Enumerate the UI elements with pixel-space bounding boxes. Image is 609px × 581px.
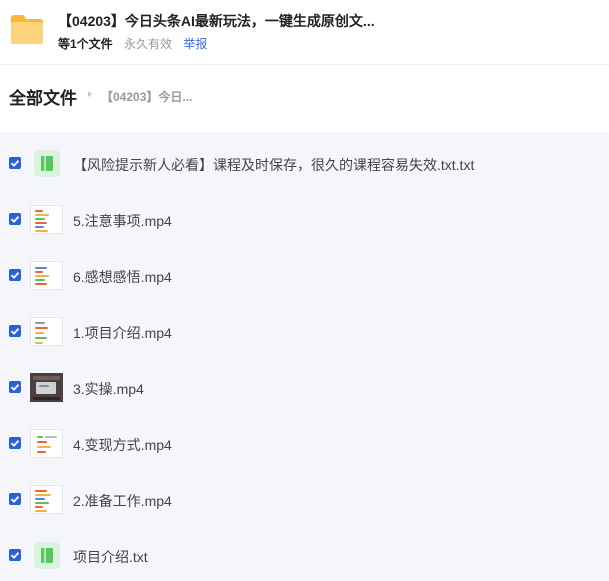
- file-row[interactable]: 5.注意事项.mp4: [0, 199, 609, 239]
- breadcrumb-current[interactable]: 【04203】今日...: [101, 88, 192, 105]
- txt-file-icon: [30, 149, 63, 178]
- checkbox[interactable]: [9, 381, 21, 393]
- share-header: 【04203】今日头条AI最新玩法，一键生成原创文... 等1个文件 永久有效 …: [0, 0, 609, 65]
- check-icon: [10, 383, 20, 391]
- file-name[interactable]: 4.变现方式.mp4: [73, 435, 172, 455]
- video-thumbnail-icon: [30, 317, 63, 346]
- checkbox[interactable]: [9, 437, 21, 449]
- file-name[interactable]: 6.感想感悟.mp4: [73, 267, 172, 287]
- file-row[interactable]: 1.项目介绍.mp4: [0, 311, 609, 351]
- file-row[interactable]: 项目介绍.txt: [0, 535, 609, 575]
- checkbox[interactable]: [9, 213, 21, 225]
- breadcrumb: 全部文件 【04203】今日...: [0, 65, 609, 131]
- checkbox[interactable]: [9, 269, 21, 281]
- file-list: 【风险提示新人必看】课程及时保存，很久的课程容易失效.txt.txt 5.注意事…: [0, 132, 609, 581]
- breadcrumb-root[interactable]: 全部文件: [9, 84, 77, 109]
- validity-text: 永久有效: [124, 37, 173, 51]
- report-link[interactable]: 举报: [183, 37, 207, 51]
- file-row[interactable]: 4.变现方式.mp4: [0, 423, 609, 463]
- check-icon: [10, 551, 20, 559]
- video-thumbnail-icon: [30, 205, 63, 234]
- check-icon: [10, 327, 20, 335]
- checkbox[interactable]: [9, 157, 21, 169]
- file-name[interactable]: 5.注意事项.mp4: [73, 211, 172, 231]
- file-row[interactable]: 3.实操.mp4: [0, 367, 609, 407]
- share-meta: 等1个文件 永久有效 举报: [58, 35, 207, 52]
- file-name[interactable]: 3.实操.mp4: [73, 379, 144, 399]
- check-icon: [10, 495, 20, 503]
- check-icon: [10, 271, 20, 279]
- video-thumbnail-icon: [30, 485, 63, 514]
- txt-file-icon: [30, 541, 63, 570]
- file-name[interactable]: 2.准备工作.mp4: [73, 491, 172, 511]
- checkbox[interactable]: [9, 325, 21, 337]
- file-row[interactable]: 【风险提示新人必看】课程及时保存，很久的课程容易失效.txt.txt: [0, 143, 609, 183]
- file-count: 等1个文件: [58, 37, 113, 51]
- file-row[interactable]: 6.感想感悟.mp4: [0, 255, 609, 295]
- video-thumbnail-icon: [30, 261, 63, 290]
- file-name[interactable]: 1.项目介绍.mp4: [73, 323, 172, 343]
- file-name[interactable]: 【风险提示新人必看】课程及时保存，很久的课程容易失效.txt.txt: [73, 155, 474, 175]
- check-icon: [10, 159, 20, 167]
- file-name[interactable]: 项目介绍.txt: [73, 547, 148, 567]
- checkbox[interactable]: [9, 493, 21, 505]
- chevron-right-icon: [88, 91, 92, 97]
- file-row[interactable]: 2.准备工作.mp4: [0, 479, 609, 519]
- checkbox[interactable]: [9, 549, 21, 561]
- video-thumbnail-icon: [30, 373, 63, 402]
- check-icon: [10, 215, 20, 223]
- share-title: 【04203】今日头条AI最新玩法，一键生成原创文...: [58, 13, 375, 29]
- folder-icon: [11, 15, 43, 44]
- video-thumbnail-icon: [30, 429, 63, 458]
- check-icon: [10, 439, 20, 447]
